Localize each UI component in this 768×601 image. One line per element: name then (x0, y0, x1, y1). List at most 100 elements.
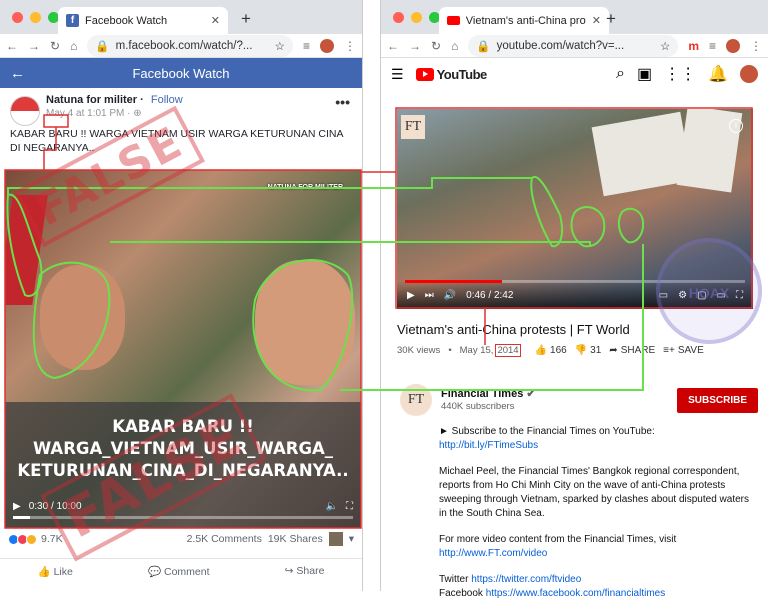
url-text: m.facebook.com/watch/?... (115, 39, 253, 52)
fullscreen-icon[interactable]: ⛶ (346, 501, 353, 512)
close-tab-icon[interactable]: ✕ (592, 14, 601, 27)
viewer-avatar[interactable] (328, 532, 343, 546)
facebook-link[interactable]: https://www.facebook.com/financialtimes (486, 588, 666, 599)
browser-tab[interactable]: Vietnam's anti-China protests ✕ (439, 7, 609, 34)
youtube-play-icon (415, 67, 434, 81)
new-tab-button[interactable]: + (606, 9, 616, 29)
back-arrow-icon[interactable]: ← (10, 65, 25, 82)
video-description: ► Subscribe to the Financial Times on Yo… (439, 425, 756, 601)
url-field[interactable]: 🔒 youtube.com/watch?v=... ☆ (468, 34, 679, 57)
video-title: Vietnam's anti-China protests | FT World (397, 322, 630, 337)
account-avatar[interactable] (740, 65, 758, 83)
comment-icon: 💬 (148, 566, 164, 578)
profile-avatar[interactable] (726, 38, 740, 53)
channel-row: FT Financial Times ✔ 440K subscribers SU… (397, 384, 758, 424)
save-label: SAVE (677, 345, 704, 356)
notifications-bell-icon[interactable]: 🔔 (708, 64, 728, 84)
page-avatar[interactable] (10, 96, 40, 126)
back-icon[interactable]: ← (387, 39, 399, 53)
share-icon: ↪ (284, 565, 297, 577)
media-icon[interactable]: ≡ (709, 39, 716, 53)
desc-summary: Michael Peel, the Financial Times' Bangk… (439, 466, 750, 519)
share-button[interactable]: ↪ Share (285, 565, 325, 578)
share-label: SHARE (620, 345, 656, 356)
ft-watermark: FT (401, 115, 425, 139)
video-person-right (255, 260, 355, 385)
desc-subscribe-text: ► Subscribe to the Financial Times on Yo… (439, 426, 655, 437)
hamburger-menu-icon[interactable]: ☰ (391, 66, 404, 83)
star-icon[interactable]: ☆ (660, 39, 670, 53)
comment-button[interactable]: 💬 Comment (148, 565, 210, 578)
subscribe-link[interactable]: http://bit.ly/FTimeSubs (439, 440, 538, 451)
home-icon[interactable]: ⌂ (451, 39, 458, 53)
menu-kebab-icon[interactable]: ⋮ (344, 39, 356, 53)
like-button[interactable]: 👍 166 (535, 345, 567, 356)
verified-check-icon: ✔ (526, 388, 536, 400)
view-count: 30K views (397, 345, 441, 356)
close-window-button[interactable] (12, 12, 23, 23)
thumbs-up-icon: 👍 (534, 345, 548, 356)
profile-avatar[interactable] (320, 38, 334, 53)
apps-grid-icon[interactable]: ⋮⋮ (664, 64, 696, 84)
publish-year: 2014 (495, 344, 521, 357)
video-person-left (40, 265, 125, 370)
play-icon[interactable]: ▶ (13, 501, 21, 512)
close-tab-icon[interactable]: ✕ (211, 14, 220, 27)
ft-video-link[interactable]: http://www.FT.com/video (439, 548, 547, 559)
star-icon[interactable]: ☆ (275, 39, 285, 53)
post-date[interactable]: May 4 at 1:01 PM (46, 108, 124, 119)
next-icon[interactable]: ⏭ (425, 290, 434, 301)
publish-date-prefix: May 15, (459, 345, 494, 356)
extension-icon[interactable]: m (688, 39, 699, 53)
reactions-icon[interactable] (8, 533, 37, 545)
url-field[interactable]: 🔒 m.facebook.com/watch/?... ☆ (87, 34, 293, 57)
youtube-logo[interactable]: YouTube (415, 67, 487, 82)
dislike-button[interactable]: 👎 31 (575, 345, 602, 356)
add-playlist-icon: ≡+ (663, 345, 675, 356)
minimize-window-button[interactable] (30, 12, 41, 23)
dropdown-icon[interactable]: ▾ (349, 533, 354, 545)
twitter-label: Twitter (439, 574, 472, 585)
like-count: 166 (550, 345, 567, 356)
globe-icon: ⊕ (133, 108, 142, 119)
play-icon[interactable]: ▶ (407, 290, 415, 301)
comment-label: Comment (164, 566, 210, 578)
browser-tab[interactable]: f Facebook Watch ✕ (58, 7, 228, 34)
share-button[interactable]: ➦ SHARE (609, 345, 655, 356)
follow-link[interactable]: Follow (151, 94, 183, 106)
minimize-window-button[interactable] (411, 12, 422, 23)
volume-icon[interactable]: 🔈 (326, 501, 338, 512)
menu-kebab-icon[interactable]: ⋮ (750, 39, 762, 53)
subscribe-button[interactable]: SUBSCRIBE (677, 388, 758, 413)
shares-count[interactable]: 19K Shares (268, 533, 323, 545)
upload-video-icon[interactable]: ▣ (637, 64, 652, 84)
publish-date: May 15, 2014 (459, 344, 521, 357)
like-button[interactable]: 👍 Like (38, 565, 73, 578)
reactions-count[interactable]: 9.7K (41, 533, 63, 545)
channel-name[interactable]: Financial Times ✔ (441, 387, 536, 400)
back-icon[interactable]: ← (6, 39, 18, 53)
reload-icon[interactable]: ↻ (431, 39, 441, 53)
close-window-button[interactable] (393, 12, 404, 23)
info-icon[interactable]: i (729, 119, 743, 133)
page-name[interactable]: Natuna for militer (46, 94, 137, 106)
dislike-count: 31 (590, 345, 602, 356)
search-icon[interactable]: ⌕ (616, 65, 625, 83)
twitter-link[interactable]: https://twitter.com/ftvideo (471, 574, 581, 585)
share-arrow-icon: ➦ (609, 345, 618, 356)
tab-bar: f Facebook Watch ✕ + (0, 0, 362, 34)
forward-icon[interactable]: → (28, 39, 40, 53)
channel-avatar[interactable]: FT (400, 384, 432, 416)
reload-icon[interactable]: ↻ (50, 39, 60, 53)
video-watermark: NATUNA FOR MILITER (267, 184, 343, 191)
comments-count[interactable]: 2.5K Comments (187, 533, 262, 545)
more-options-icon[interactable]: ••• (335, 94, 350, 110)
forward-icon[interactable]: → (409, 39, 421, 53)
facebook-label: Facebook (439, 588, 486, 599)
media-icon[interactable]: ≡ (303, 39, 310, 53)
volume-icon[interactable]: 🔊 (444, 290, 456, 301)
save-button[interactable]: ≡+ SAVE (663, 345, 704, 356)
video-meta: 30K views • May 15, 2014 👍 166 👎 31 ➦ SHARE … (397, 344, 704, 357)
home-icon[interactable]: ⌂ (70, 39, 77, 53)
new-tab-button[interactable]: + (241, 9, 251, 29)
